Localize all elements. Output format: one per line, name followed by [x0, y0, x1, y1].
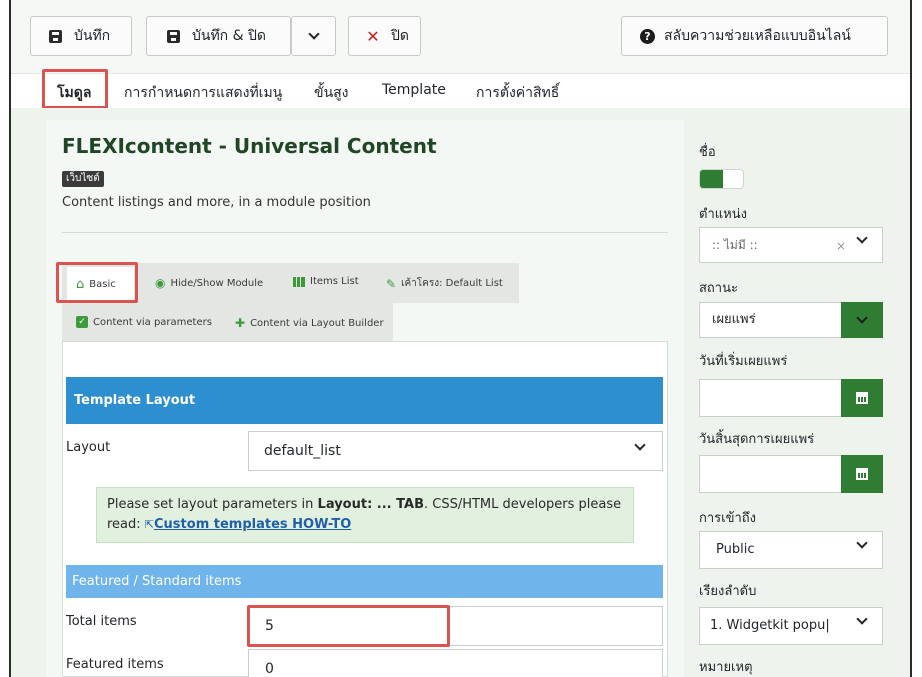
check-square-icon: ✓	[76, 316, 88, 328]
tab-hide-show-module[interactable]: ◉ Hide/Show Module	[155, 276, 263, 290]
name-label: ชื่อ	[699, 145, 716, 160]
access-select-value: Public	[716, 542, 755, 557]
status-select-value: เผยแพร่	[712, 312, 756, 327]
external-link-icon: ⇱	[144, 518, 155, 531]
highlight-box	[42, 69, 108, 109]
total-items-label: Total items	[66, 614, 137, 629]
tab-advanced[interactable]: ขั้นสูง	[314, 82, 349, 104]
chevron-down-icon	[856, 311, 868, 324]
chevron-down-icon	[856, 613, 868, 625]
chevron-down-icon	[856, 232, 868, 244]
module-title: FLEXIcontent - Universal Content	[62, 134, 437, 158]
toggle-inline-help-label: สลับความช่วยเหลือแบบอินไลน์	[664, 28, 851, 44]
save-options-dropdown-button[interactable]	[291, 16, 336, 56]
position-select-value: :: ไม่มี ::	[712, 238, 758, 252]
tab-template[interactable]: Template	[382, 82, 446, 98]
puzzle-icon: ✚	[235, 316, 246, 330]
featured-standard-header: Featured / Standard items	[66, 565, 663, 598]
grid-icon	[293, 276, 305, 287]
publish-up-label: วันที่เริ่มเผยแพร่	[699, 354, 788, 369]
toggle-inline-help-button[interactable]: ? สลับความช่วยเหลือแบบอินไลน์	[621, 16, 888, 56]
save-button-label: บันทึก	[74, 28, 111, 44]
info-text: Please set layout parameters in	[107, 497, 318, 512]
layout-select-value: default_list	[264, 443, 341, 459]
tab-layout-builder-label: Content via Layout Builder	[250, 317, 384, 329]
status-dropdown-button[interactable]	[841, 302, 883, 338]
tab-content-via-layout-builder[interactable]: ✚ Content via Layout Builder	[235, 316, 384, 330]
tab-content-via-parameters[interactable]: ✓ Content via parameters	[76, 316, 212, 328]
question-circle-icon: ?	[640, 28, 655, 44]
close-button[interactable]: ✕ ปิด	[348, 16, 421, 56]
eye-icon: ◉	[155, 276, 166, 290]
layout-select[interactable]: default_list	[248, 431, 663, 471]
tab-items-list[interactable]: Items List	[293, 276, 359, 287]
close-button-label: ปิด	[391, 28, 409, 44]
publish-up-calendar-button[interactable]	[841, 379, 883, 417]
tab-layout-label: เค้าโครง: Default List	[401, 278, 503, 289]
save-icon	[165, 28, 181, 44]
ordering-label: เรียงลำดับ	[699, 584, 757, 599]
featured-items-label: Featured items	[66, 657, 164, 672]
ordering-select-value: 1. Widgetkit popu|	[710, 618, 830, 633]
highlight-box	[56, 262, 138, 303]
publish-down-label: วันสิ้นสุดการเผยแพร่	[699, 432, 815, 447]
clear-icon[interactable]: ×	[836, 229, 846, 263]
tab-hide-show-label: Hide/Show Module	[170, 277, 264, 289]
tab-content-parameters-label: Content via parameters	[93, 316, 212, 328]
module-description: Content listings and more, in a module p…	[62, 195, 371, 210]
template-layout-header: Template Layout	[66, 377, 663, 424]
calendar-icon	[856, 468, 868, 480]
save-icon	[47, 28, 63, 44]
tab-items-list-label: Items List	[310, 276, 359, 287]
position-select[interactable]: :: ไม่มี :: ×	[699, 227, 883, 263]
custom-templates-link[interactable]: Custom templates HOW-TO	[154, 517, 351, 532]
calendar-icon	[856, 392, 868, 404]
publish-down-input[interactable]	[699, 455, 883, 493]
ordering-select[interactable]: 1. Widgetkit popu|	[699, 607, 883, 645]
access-select[interactable]: Public	[699, 531, 883, 569]
note-label: หมายเหตุ	[699, 660, 753, 675]
position-label: ตำแหน่ง	[699, 207, 747, 222]
status-label: สถานะ	[699, 281, 738, 296]
access-label: การเข้าถึง	[699, 511, 757, 526]
info-text-bold: Layout: ... TAB	[317, 497, 424, 512]
site-badge: เว็บไซต์	[62, 171, 104, 187]
divider	[62, 232, 668, 233]
status-select[interactable]: เผยแพร่	[699, 302, 883, 338]
save-close-button[interactable]: บันทึก & ปิด	[146, 16, 291, 56]
highlight-box	[247, 605, 450, 647]
show-title-toggle[interactable]	[699, 169, 744, 189]
layout-info-message: Please set layout parameters in Layout: …	[96, 487, 634, 543]
publish-down-calendar-button[interactable]	[841, 455, 883, 493]
chevron-down-icon	[307, 27, 320, 40]
publish-up-input[interactable]	[699, 379, 883, 417]
tab-menu-assignment[interactable]: การกำหนดการแสดงที่เมนู	[124, 82, 282, 104]
featured-items-input[interactable]: 0	[248, 649, 663, 677]
layout-label: Layout	[66, 440, 111, 455]
brush-icon: ✎	[386, 276, 397, 291]
close-icon: ✕	[366, 26, 380, 46]
save-close-button-label: บันทึก & ปิด	[192, 28, 266, 44]
chevron-down-icon	[856, 537, 868, 549]
screenshot-border-right	[910, 0, 912, 677]
chevron-down-icon	[634, 439, 646, 451]
tab-layout-default-list[interactable]: ✎ เค้าโครง: Default List	[386, 276, 503, 291]
save-button[interactable]: บันทึก	[30, 16, 132, 56]
tab-permissions[interactable]: การตั้งค่าสิทธิ์	[476, 82, 559, 104]
